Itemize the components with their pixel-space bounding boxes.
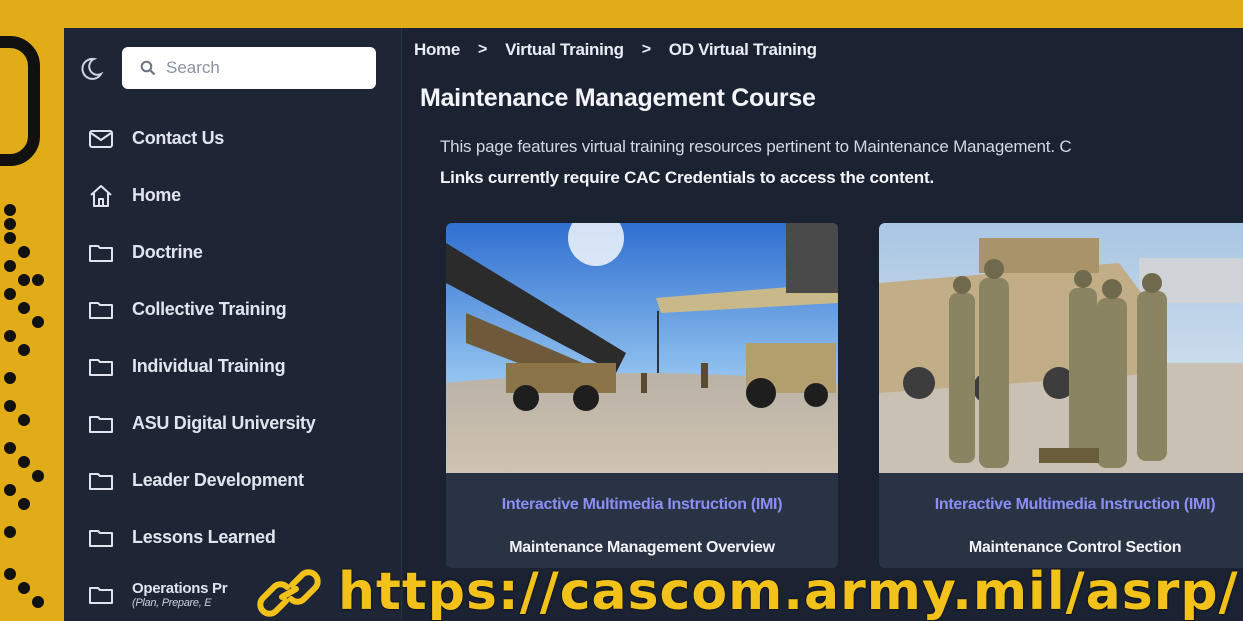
sidebar-item-label: ASU Digital University (132, 413, 316, 433)
sidebar-item-asu-digital-university[interactable]: ASU Digital University (64, 395, 402, 452)
sidebar-nav: Contact Us Home Doctrine Collective Trai… (64, 110, 402, 621)
sidebar-item-label: Lessons Learned (132, 527, 276, 547)
app-window: Contact Us Home Doctrine Collective Trai… (64, 28, 1243, 621)
search-input[interactable] (166, 58, 366, 78)
sidebar-item-lessons-learned[interactable]: Lessons Learned (64, 509, 402, 566)
sidebar-item-label: Operations Pr (132, 579, 228, 597)
card-category[interactable]: Interactive Multimedia Instruction (IMI) (446, 496, 838, 514)
page-description: This page features virtual training reso… (440, 131, 1243, 193)
search-icon (140, 60, 156, 76)
qr-corner-marker (0, 36, 40, 166)
card-title[interactable]: Maintenance Management Overview (446, 539, 838, 557)
sidebar-item-label: Contact Us (132, 128, 225, 148)
course-card[interactable]: Interactive Multimedia Instruction (IMI)… (446, 223, 838, 568)
sidebar-item-contact-us[interactable]: Contact Us (64, 110, 402, 167)
folder-icon (89, 358, 113, 376)
folder-icon (89, 586, 113, 604)
home-icon (90, 184, 112, 207)
card-title[interactable]: Maintenance Control Section (879, 539, 1243, 557)
folder-icon (89, 301, 113, 319)
search-box[interactable] (122, 47, 376, 89)
folder-icon (89, 415, 113, 433)
sidebar-item-individual-training[interactable]: Individual Training (64, 338, 402, 395)
envelope-icon (89, 129, 113, 148)
qr-dots (4, 204, 44, 608)
sidebar-item-label: Leader Development (132, 470, 304, 490)
card-photo-soldiers (879, 223, 1243, 473)
breadcrumb-separator: > (641, 41, 651, 58)
folder-icon (89, 472, 113, 490)
sidebar-item-collective-training[interactable]: Collective Training (64, 281, 402, 338)
card-photo-crane (446, 223, 838, 473)
url-banner: https://cascom.army.mil/asrp/ (256, 562, 1243, 621)
breadcrumb-od-virtual-training[interactable]: OD Virtual Training (669, 40, 817, 60)
sidebar: Contact Us Home Doctrine Collective Trai… (64, 28, 402, 621)
main-content: Home > Virtual Training > OD Virtual Tra… (402, 28, 1243, 621)
sidebar-item-doctrine[interactable]: Doctrine (64, 224, 402, 281)
folder-icon (89, 244, 113, 262)
sidebar-item-label: Home (132, 185, 181, 205)
breadcrumb-home[interactable]: Home (414, 40, 460, 60)
page-title: Maintenance Management Course (420, 84, 816, 112)
sidebar-item-label: Individual Training (132, 356, 286, 376)
url-text[interactable]: https://cascom.army.mil/asrp/ (338, 562, 1239, 621)
cac-notice: Links currently require CAC Credentials … (440, 168, 934, 187)
sidebar-item-sublabel: (Plan, Prepare, E (132, 596, 212, 609)
sidebar-item-leader-development[interactable]: Leader Development (64, 452, 402, 509)
folder-icon (89, 529, 113, 547)
moon-icon[interactable] (78, 56, 104, 82)
breadcrumb-virtual-training[interactable]: Virtual Training (505, 40, 624, 60)
sidebar-item-text: Operations Pr (Plan, Prepare, E (132, 579, 228, 610)
card-category[interactable]: Interactive Multimedia Instruction (IMI) (879, 496, 1243, 514)
sidebar-item-home[interactable]: Home (64, 167, 402, 224)
course-card[interactable]: Interactive Multimedia Instruction (IMI)… (879, 223, 1243, 568)
breadcrumb: Home > Virtual Training > OD Virtual Tra… (414, 40, 817, 60)
description-text: This page features virtual training reso… (440, 137, 1072, 156)
link-icon (257, 569, 321, 617)
qr-code-decoration (0, 0, 64, 621)
sidebar-item-label: Doctrine (132, 242, 203, 262)
sidebar-item-label: Collective Training (132, 299, 287, 319)
breadcrumb-separator: > (478, 41, 488, 58)
